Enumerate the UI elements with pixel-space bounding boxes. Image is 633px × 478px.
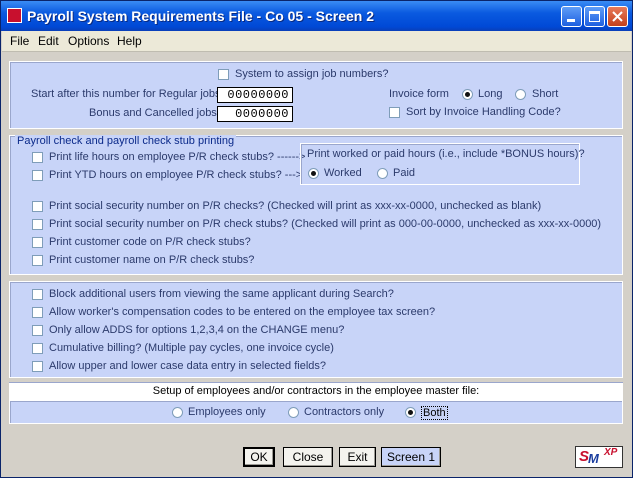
invoice-short-label: Short [532, 88, 559, 100]
life-hours-label: Print life hours on employee P/R check s… [49, 151, 306, 163]
workers-comp-checkbox[interactable] [32, 307, 43, 318]
customer-code-label: Print customer code on P/R check stubs? [49, 236, 251, 248]
payroll-window: Payroll System Requirements File - Co 05… [0, 0, 633, 478]
invoice-long-radio[interactable] [462, 89, 473, 100]
start-regular-input[interactable]: 00000000 [217, 87, 293, 103]
close-button[interactable]: Close [283, 447, 333, 467]
both-label: Both [421, 406, 448, 420]
only-adds-checkbox[interactable] [32, 325, 43, 336]
title-bar[interactable]: Payroll System Requirements File - Co 05… [1, 1, 632, 31]
setup-panel: Employees only Contractors only Both [9, 400, 623, 424]
screen1-button[interactable]: Screen 1 [381, 447, 441, 467]
ok-button[interactable]: OK [243, 447, 275, 467]
start-regular-label: Start after this number for Regular jobs [31, 88, 221, 100]
ssn-stubs-label: Print social security number on P/R chec… [49, 218, 602, 230]
menu-help[interactable]: Help [117, 34, 142, 48]
worked-paid-group: Print worked or paid hours (i.e., includ… [300, 143, 585, 185]
menu-file[interactable]: File [10, 34, 29, 48]
app-icon[interactable] [7, 8, 22, 23]
minimize-icon [567, 19, 575, 22]
ytd-hours-label: Print YTD hours on employee P/R check st… [49, 169, 303, 181]
worked-paid-question: Print worked or paid hours (i.e., includ… [307, 148, 585, 160]
menu-edit[interactable]: Edit [38, 34, 59, 48]
employees-only-label: Employees only [188, 406, 266, 418]
upper-lower-case-label: Allow upper and lower case data entry in… [49, 360, 326, 372]
maximize-icon [589, 11, 600, 22]
misc-options-panel: Block additional users from viewing the … [9, 281, 623, 378]
contractors-only-label: Contractors only [304, 406, 385, 418]
block-users-label: Block additional users from viewing the … [49, 288, 394, 300]
cumulative-billing-checkbox[interactable] [32, 343, 43, 354]
upper-lower-case-checkbox[interactable] [32, 361, 43, 372]
menu-options[interactable]: Options [68, 34, 109, 48]
ssn-checks-checkbox[interactable] [32, 201, 43, 212]
cumulative-billing-label: Cumulative billing? (Multiple pay cycles… [49, 342, 334, 354]
ytd-hours-checkbox[interactable] [32, 170, 43, 181]
smxp-logo: S M XP [575, 446, 623, 468]
paid-label: Paid [393, 167, 416, 179]
assign-job-numbers-label: System to assign job numbers? [235, 68, 389, 80]
customer-code-checkbox[interactable] [32, 237, 43, 248]
window-title: Payroll System Requirements File - Co 05… [27, 8, 375, 24]
menu-bar: File Edit Options Help [2, 31, 631, 52]
invoice-long-label: Long [478, 88, 503, 100]
sort-invoice-checkbox[interactable] [389, 107, 400, 118]
invoice-form-label: Invoice form [389, 88, 449, 100]
invoice-short-radio[interactable] [515, 89, 526, 100]
close-icon [612, 11, 623, 22]
logo-m: M [588, 451, 599, 466]
ssn-checks-label: Print social security number on P/R chec… [49, 200, 542, 212]
block-users-checkbox[interactable] [32, 289, 43, 300]
minimize-button[interactable] [561, 6, 582, 27]
check-printing-panel: Payroll check and payroll check stub pri… [9, 135, 623, 275]
bonus-cancelled-input[interactable]: 0000000 [217, 106, 293, 122]
customer-name-label: Print customer name on P/R check stubs? [49, 254, 255, 266]
exit-button[interactable]: Exit [339, 447, 376, 467]
worked-radio[interactable] [308, 168, 319, 179]
logo-xp: XP [604, 447, 618, 458]
sort-invoice-label: Sort by Invoice Handling Code? [406, 106, 561, 118]
ssn-stubs-checkbox[interactable] [32, 219, 43, 230]
both-radio[interactable] [405, 407, 416, 418]
setup-header: Setup of employees and/or contractors in… [152, 385, 480, 397]
close-window-button[interactable] [607, 6, 628, 27]
employees-only-radio[interactable] [172, 407, 183, 418]
paid-radio[interactable] [377, 168, 388, 179]
check-printing-header: Payroll check and payroll check stub pri… [15, 135, 237, 147]
contractors-only-radio[interactable] [288, 407, 299, 418]
only-adds-label: Only allow ADDS for options 1,2,3,4 on t… [49, 324, 345, 336]
customer-name-checkbox[interactable] [32, 255, 43, 266]
setup-header-bar: Setup of employees and/or contractors in… [9, 382, 623, 400]
job-number-panel: System to assign job numbers? Start afte… [9, 61, 623, 129]
assign-job-numbers-checkbox[interactable] [218, 69, 229, 80]
life-hours-checkbox[interactable] [32, 152, 43, 163]
bonus-cancelled-label: Bonus and Cancelled jobs [89, 107, 217, 119]
worked-label: Worked [324, 167, 362, 179]
maximize-button[interactable] [584, 6, 605, 27]
workers-comp-label: Allow worker's compensation codes to be … [49, 306, 436, 318]
